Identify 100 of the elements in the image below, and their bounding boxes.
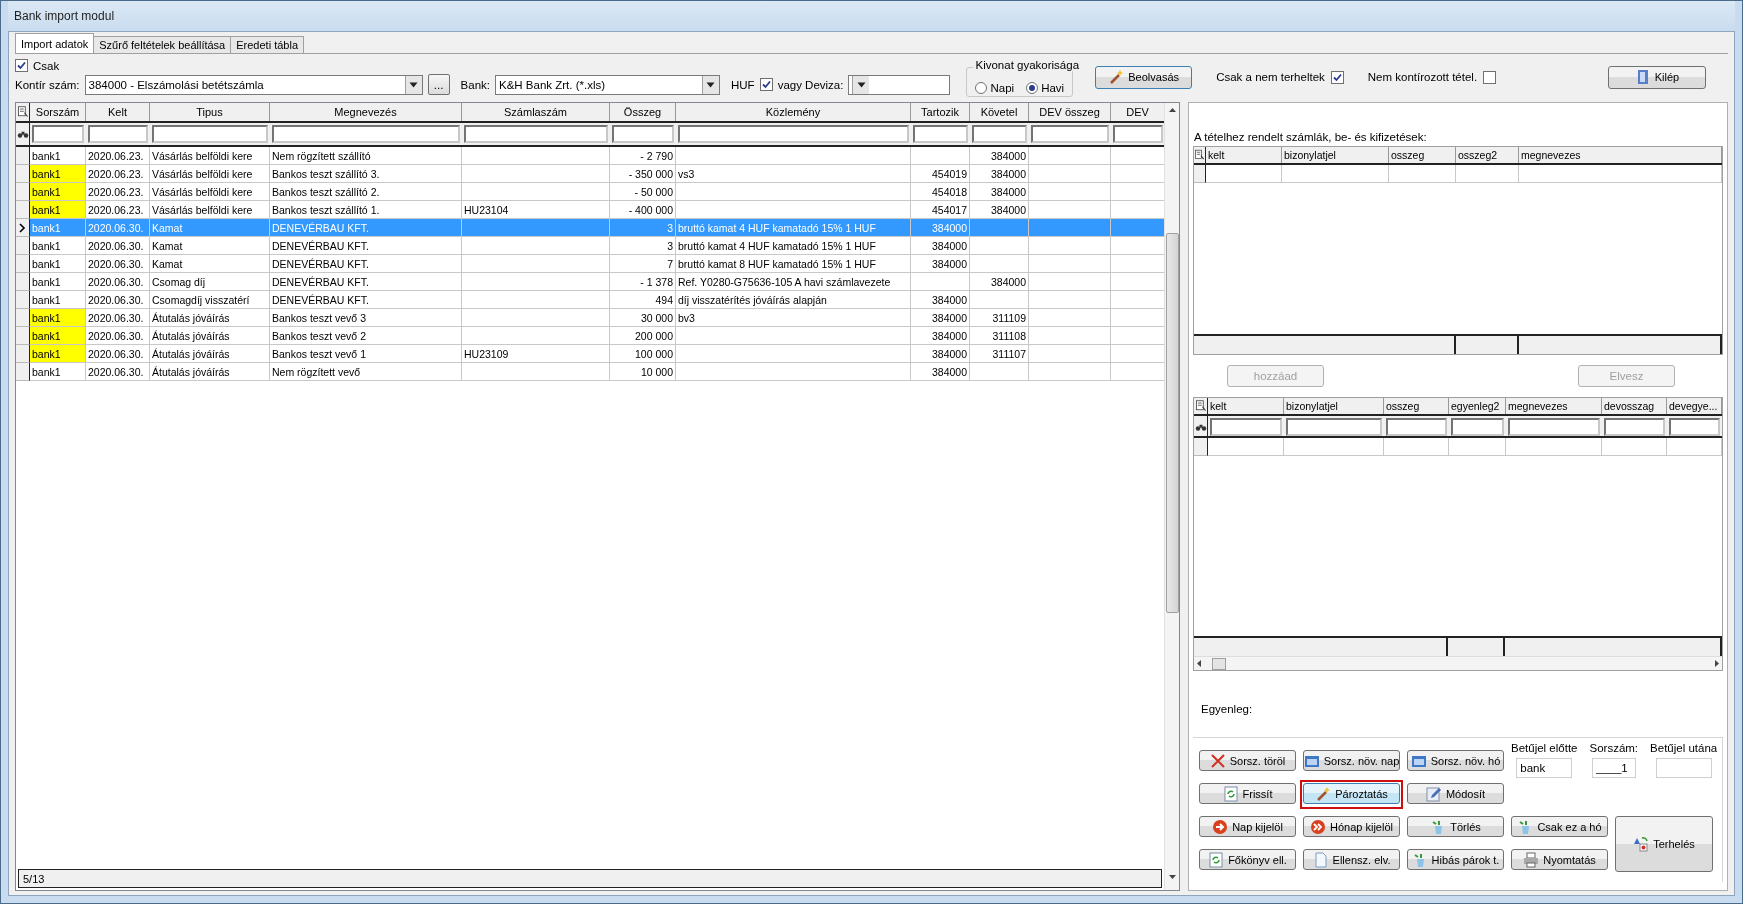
filter-field[interactable] <box>152 125 268 143</box>
row-header[interactable] <box>1194 165 1206 183</box>
table-row[interactable]: bank1 2020.06.30. Átutalás jóváírás Bankos teszt vevő 2 200 000 384000 311108 <box>16 327 1164 345</box>
column-header[interactable]: Összeg <box>610 103 676 121</box>
filter-field[interactable] <box>1031 125 1109 143</box>
scrollbar-thumb[interactable] <box>1212 657 1226 670</box>
action-button[interactable]: Törlés <box>1407 816 1504 837</box>
row-header[interactable] <box>16 183 30 201</box>
filter-field[interactable] <box>1386 417 1447 436</box>
table-row[interactable]: bank1 2020.06.23. Vásárlás belföldi kere Bankos teszt szállító 2. - 50 000 454018 384000 <box>16 183 1164 201</box>
input-field[interactable]: bank <box>1516 758 1573 778</box>
currency-dropdown[interactable] <box>848 74 951 95</box>
tab[interactable]: Szűrő feltételek beállítása <box>93 36 232 53</box>
action-button[interactable]: Pároztatás <box>1303 783 1400 804</box>
table-row[interactable]: bank1 2020.06.30. Átutalás jóváírás Bankos teszt vevő 3 30 000 bv3 384000 311109 <box>16 309 1164 327</box>
filter-field[interactable] <box>972 125 1027 143</box>
row-header[interactable] <box>16 327 30 345</box>
filter-field[interactable] <box>1286 417 1382 436</box>
radio-button[interactable] <box>1026 82 1039 94</box>
row-header[interactable] <box>16 201 30 219</box>
column-header[interactable]: Követel <box>970 103 1029 121</box>
browse-button[interactable]: ... <box>427 74 450 95</box>
column-header[interactable]: Tipus <box>150 103 270 121</box>
action-button[interactable]: Sorsz. növ. nap <box>1303 750 1400 771</box>
checkbox[interactable] <box>759 78 773 91</box>
table-row[interactable]: bank1 2020.06.30. Csomagdíj visszatérí DENEVÉRBAU KFT. 494 díj visszatérítés jóváírás alapján 384000 <box>16 291 1164 309</box>
checkbox[interactable] <box>1330 70 1344 84</box>
column-header[interactable]: Megnevezés <box>270 103 462 121</box>
table-row[interactable]: bank1 2020.06.30. Átutalás jóváírás Bankos teszt vevő 1 HU23109 100 000 384000 311107 <box>16 345 1164 363</box>
row-header[interactable] <box>16 363 30 381</box>
charge-button[interactable]: Terhelés <box>1615 816 1713 872</box>
row-header[interactable] <box>16 309 30 327</box>
column-header[interactable]: DEV összeg <box>1029 103 1111 121</box>
horizontal-scrollbar[interactable] <box>1194 656 1722 670</box>
action-button[interactable]: Hibás párok t. <box>1407 849 1504 870</box>
column-header[interactable]: osszeg2 <box>1456 147 1519 163</box>
input-field[interactable] <box>1655 758 1712 778</box>
column-header[interactable]: kelt <box>1206 147 1282 163</box>
row-header[interactable] <box>16 165 30 183</box>
filter-field[interactable] <box>913 125 968 143</box>
filter-field[interactable] <box>1210 417 1282 436</box>
column-header[interactable]: megnevezes <box>1519 147 1722 163</box>
filter-field[interactable] <box>678 125 909 143</box>
action-button[interactable]: Ellensz. elv. <box>1303 849 1400 870</box>
scroll-right-icon[interactable] <box>1714 659 1720 668</box>
filter-field[interactable] <box>1113 125 1163 143</box>
bank-dropdown[interactable]: K&H Bank Zrt. (*.xls) <box>495 74 720 95</box>
action-button[interactable]: Frissít <box>1199 783 1296 804</box>
filter-field[interactable] <box>1604 417 1665 436</box>
filter-field[interactable] <box>88 125 148 143</box>
column-header[interactable]: Közlemény <box>676 103 911 121</box>
checkbox[interactable] <box>1483 70 1497 84</box>
table-row[interactable]: bank1 2020.06.23. Vásárlás belföldi kere Bankos teszt szállító 3. - 350 000 vs3 454019 384000 <box>16 165 1164 183</box>
column-header[interactable]: Számlaszám <box>462 103 610 121</box>
column-header[interactable]: Sorszám <box>30 103 86 121</box>
row-header[interactable] <box>16 255 30 273</box>
checkbox[interactable] <box>15 59 28 72</box>
column-header[interactable]: Tartozik <box>911 103 970 121</box>
scrollbar-thumb[interactable] <box>1165 233 1179 613</box>
row-header[interactable] <box>16 291 30 309</box>
action-button[interactable]: Hónap kijelöl <box>1303 816 1400 837</box>
filter-field[interactable] <box>1451 417 1504 436</box>
column-header[interactable]: osszeg <box>1389 147 1456 163</box>
row-header[interactable] <box>16 273 30 291</box>
action-button[interactable]: Főkönyv ell. <box>1199 849 1296 870</box>
exit-button[interactable]: Kilép <box>1608 65 1706 89</box>
column-header[interactable]: devosszag <box>1602 397 1667 414</box>
column-header[interactable]: egyenleg2 <box>1449 397 1506 414</box>
action-button[interactable]: Nap kijelöl <box>1199 816 1296 837</box>
column-header[interactable]: bizonylatjel <box>1282 147 1389 163</box>
action-button[interactable]: Módosít <box>1407 783 1504 804</box>
account-dropdown[interactable]: 384000 - Elszámolási betétszámla <box>84 74 423 95</box>
vertical-scrollbar[interactable] <box>1164 103 1179 890</box>
column-header[interactable]: bizonylatjel <box>1284 397 1384 414</box>
action-button[interactable]: Sorsz. töröl <box>1199 750 1296 771</box>
table-row[interactable]: bank1 2020.06.30. Kamat DENEVÉRBAU KFT. 3 bruttó kamat 4 HUF kamatadó 15% 1 HUF 384000 <box>16 237 1164 255</box>
row-header[interactable] <box>16 147 30 165</box>
filter-field[interactable] <box>272 125 460 143</box>
action-button[interactable]: Csak ez a hó <box>1511 816 1608 837</box>
radio-button[interactable] <box>975 82 988 94</box>
action-button[interactable]: Nyomtatás <box>1511 849 1608 870</box>
column-header[interactable]: devegye... <box>1667 397 1722 414</box>
column-header[interactable]: megnevezes <box>1506 397 1602 414</box>
scroll-left-icon[interactable] <box>1196 659 1202 668</box>
filter-field[interactable] <box>1669 417 1720 436</box>
table-row[interactable]: bank1 2020.06.23. Vásárlás belföldi kere Nem rögzített szállító - 2 790 384000 <box>16 147 1164 165</box>
input-field[interactable]: ____1 <box>1591 758 1636 778</box>
filter-field[interactable] <box>1508 417 1600 436</box>
action-button[interactable]: Sorsz. növ. hó <box>1407 750 1504 771</box>
column-header[interactable]: osszeg <box>1384 397 1449 414</box>
filter-field[interactable] <box>612 125 674 143</box>
filter-field[interactable] <box>464 125 608 143</box>
table-row[interactable]: bank1 2020.06.30. Kamat DENEVÉRBAU KFT. 7 bruttó kamat 8 HUF kamatadó 15% 1 HUF 384000 <box>16 255 1164 273</box>
row-header[interactable] <box>16 345 30 363</box>
column-header[interactable]: kelt <box>1208 397 1284 414</box>
row-header[interactable] <box>16 219 30 237</box>
row-header[interactable] <box>16 237 30 255</box>
tab[interactable]: Import adatok <box>15 33 95 53</box>
filter-field[interactable] <box>32 125 84 143</box>
table-row[interactable]: bank1 2020.06.30. Csomag díj DENEVÉRBAU KFT. - 1 378 Ref. Y0280-G75636-105 A havi számlavezete 384000 <box>16 273 1164 291</box>
